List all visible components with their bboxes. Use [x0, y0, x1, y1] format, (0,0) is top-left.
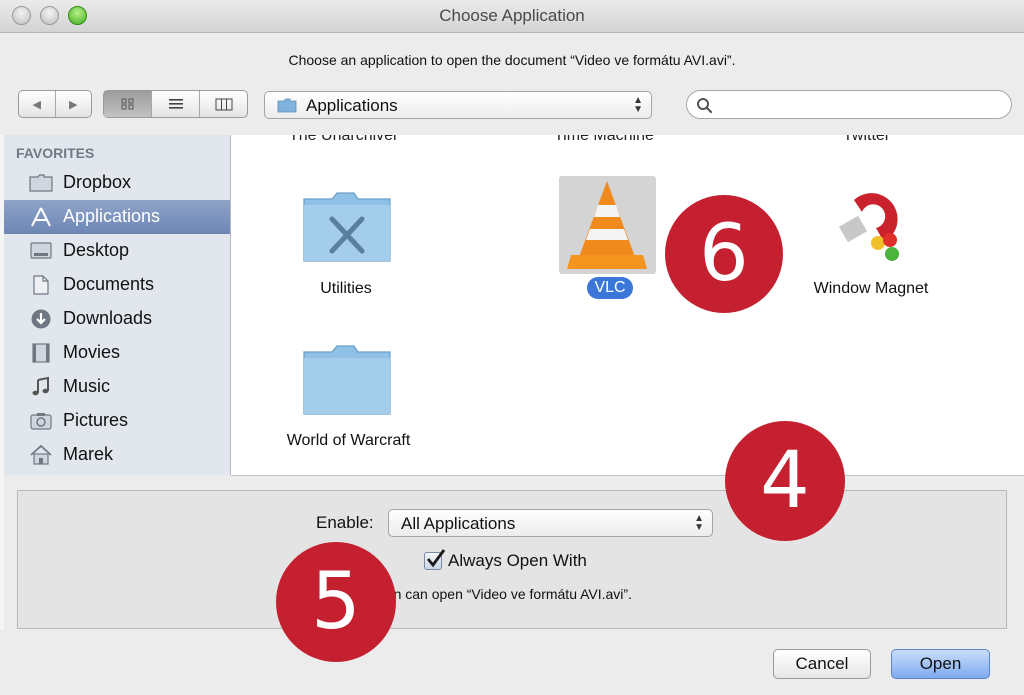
- icon-view-button[interactable]: [104, 91, 152, 117]
- step-badge-5: 5: [276, 542, 396, 662]
- favorites-header: FAVORITES: [16, 145, 95, 161]
- app-twitter-label[interactable]: Twitter: [843, 135, 890, 145]
- checkmark-icon: [426, 549, 446, 568]
- sidebar-item-desktop[interactable]: Desktop: [4, 234, 230, 268]
- sidebar-item-label: Marek: [63, 444, 114, 464]
- icon-view-icon: [121, 98, 133, 110]
- movies-icon: [32, 343, 50, 363]
- cancel-button[interactable]: Cancel: [773, 649, 871, 679]
- always-open-checkbox[interactable]: [424, 549, 446, 570]
- column-view-button[interactable]: [200, 91, 247, 117]
- list-view-icon: [168, 99, 183, 109]
- list-view-button[interactable]: [152, 91, 200, 117]
- applications-folder-icon: [277, 98, 297, 113]
- sidebar-item-label: Applications: [63, 206, 161, 226]
- sidebar-item-label: Pictures: [63, 410, 129, 430]
- app-the-unarchiver-label[interactable]: The Unarchiver: [289, 135, 398, 145]
- applications-icon: [31, 207, 51, 227]
- view-mode-switcher: [103, 90, 248, 118]
- sidebar-item-movies[interactable]: Movies: [4, 336, 230, 370]
- step-badge-4: 4: [725, 421, 845, 541]
- sidebar-item-label: Music: [63, 376, 111, 396]
- sidebar-item-label: Desktop: [63, 240, 130, 260]
- sidebar-item-dropbox[interactable]: Dropbox: [4, 166, 230, 200]
- search-input[interactable]: [719, 95, 1003, 115]
- dialog-prompt: Choose an application to open the docume…: [288, 52, 736, 68]
- app-world-of-warcraft[interactable]: World of Warcraft: [266, 340, 431, 460]
- app-name: World of Warcraft: [286, 432, 411, 449]
- location-popup[interactable]: Applications ▲ ▼: [264, 91, 652, 119]
- folder-icon: [29, 174, 53, 192]
- app-time-machine-label[interactable]: Time Machine: [554, 135, 654, 145]
- back-arrow-icon: ◀: [32, 98, 41, 111]
- window-title: Choose Application: [439, 6, 585, 25]
- popup-arrows-icon: ▲ ▼: [694, 513, 704, 533]
- search-icon: [697, 98, 713, 114]
- utilities-folder-icon: [303, 192, 391, 262]
- pictures-icon: [30, 413, 52, 430]
- sidebar-item-applications[interactable]: Applications: [4, 200, 230, 234]
- enable-value: All Applications: [401, 514, 516, 533]
- forward-button[interactable]: ▶: [56, 91, 92, 117]
- location-label: Applications: [306, 96, 398, 115]
- folder-icon: [303, 345, 391, 415]
- documents-icon: [33, 275, 49, 295]
- search-field[interactable]: [686, 90, 1012, 119]
- sidebar-item-label: Documents: [63, 274, 155, 294]
- app-name: Window Magnet: [813, 280, 929, 297]
- app-name: Utilities: [320, 280, 372, 297]
- back-button[interactable]: ◀: [19, 91, 56, 117]
- column-view-icon: [215, 98, 232, 110]
- enable-label: Enable:: [316, 513, 374, 532]
- application-browser: The Unarchiver Time Machine Twitter Util…: [231, 135, 1024, 476]
- app-vlc-label[interactable]: VLC: [587, 277, 633, 299]
- info-text: ation can open “Video ve formátu AVI.avi…: [371, 586, 632, 602]
- title-bar: Choose Application: [0, 0, 1024, 33]
- magnet-icon: [838, 193, 899, 261]
- home-icon: [30, 444, 52, 465]
- music-icon: [32, 376, 49, 396]
- open-button[interactable]: Open: [891, 649, 990, 679]
- sidebar-item-marek[interactable]: Marek: [4, 438, 230, 472]
- step-badge-6: 6: [665, 195, 783, 313]
- app-utilities[interactable]: Utilities: [271, 185, 421, 305]
- downloads-icon: [31, 309, 51, 329]
- desktop-icon: [30, 242, 52, 259]
- app-window-magnet[interactable]: Window Magnet: [796, 180, 946, 300]
- sidebar-item-label: Movies: [63, 342, 121, 362]
- sidebar: FAVORITES Dropbox Applications Desktop D…: [4, 135, 231, 475]
- sidebar-item-label: Dropbox: [63, 172, 132, 192]
- history-navigation: ◀ ▶: [18, 90, 92, 118]
- sidebar-item-label: Downloads: [63, 308, 153, 328]
- enable-popup[interactable]: All Applications ▲ ▼: [388, 509, 713, 537]
- sidebar-item-downloads[interactable]: Downloads: [4, 302, 230, 336]
- options-panel: Enable: All Applications ▲ ▼ Always Open …: [17, 490, 1007, 629]
- always-open-label: Always Open With: [448, 551, 587, 570]
- sidebar-item-documents[interactable]: Documents: [4, 268, 230, 302]
- sidebar-item-music[interactable]: Music: [4, 370, 230, 404]
- forward-arrow-icon: ▶: [69, 98, 78, 111]
- sidebar-item-pictures[interactable]: Pictures: [4, 404, 230, 438]
- vlc-cone-icon[interactable]: [565, 179, 649, 271]
- popup-arrows-icon: ▲ ▼: [633, 95, 643, 115]
- choose-application-dialog: Choose Application Choose an application…: [0, 0, 1024, 695]
